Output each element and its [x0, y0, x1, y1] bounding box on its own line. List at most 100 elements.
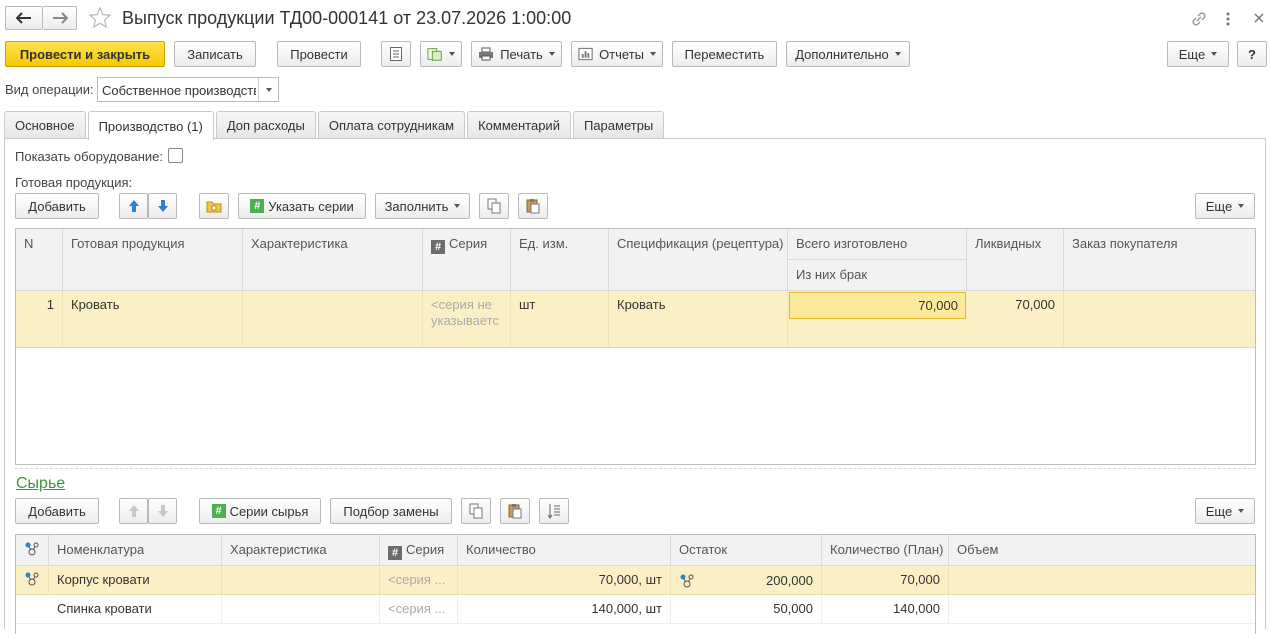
show-equipment-checkbox[interactable]	[168, 148, 183, 163]
row-characteristic[interactable]	[243, 291, 423, 348]
table-row[interactable]: Корпус кровати <серия ... 70,000, шт 200…	[16, 566, 1255, 595]
row-quantity[interactable]: 70,000, шт	[458, 566, 671, 595]
row-volume[interactable]	[949, 566, 1255, 595]
add-material-button[interactable]: Добавить	[15, 498, 99, 524]
print-button[interactable]: Печать	[471, 41, 562, 67]
row-volume[interactable]	[949, 595, 1255, 624]
material-paste-button[interactable]	[500, 498, 530, 524]
nav-forward-button[interactable]	[43, 6, 77, 30]
pick-button[interactable]	[199, 193, 229, 219]
col-spec[interactable]: Спецификация (рецептура)	[609, 229, 788, 291]
col-material-characteristic[interactable]: Характеристика	[222, 535, 380, 566]
col-remainder[interactable]: Остаток	[671, 535, 822, 566]
post-and-close-button[interactable]: Провести и закрыть	[5, 41, 165, 67]
row-material-series[interactable]: <серия ...	[380, 566, 458, 595]
row-spec[interactable]: Кровать	[609, 291, 788, 348]
move-up-button[interactable]	[119, 193, 148, 219]
material-series-button[interactable]: # Серии сырья	[199, 498, 321, 524]
menu-dots-icon[interactable]	[1222, 10, 1234, 28]
more-label: Еще	[1178, 46, 1206, 62]
col-plan-quantity[interactable]: Количество (План)	[822, 535, 949, 566]
row-series-line1: <серия не	[431, 297, 492, 312]
tab-parameters[interactable]: Параметры	[572, 111, 665, 139]
more-actions-label: Дополнительно	[795, 46, 889, 62]
row-total-input[interactable]: 70,000	[789, 292, 966, 319]
col-quantity[interactable]: Количество	[458, 535, 671, 566]
set-series-button[interactable]: # Указать серии	[238, 193, 366, 219]
post-button[interactable]: Провести	[277, 41, 361, 67]
col-characteristic[interactable]: Характеристика	[243, 229, 423, 291]
row-unit[interactable]: шт	[511, 291, 609, 348]
tab-main[interactable]: Основное	[4, 111, 86, 139]
link-icon[interactable]	[1190, 10, 1208, 28]
row-plan-quantity[interactable]: 140,000	[822, 595, 949, 624]
row-order[interactable]	[1064, 291, 1255, 348]
document-journal-button[interactable]	[381, 41, 411, 67]
col-unit[interactable]: Ед. изм.	[511, 229, 609, 291]
production-table: N Готовая продукция Характеристика # Сери…	[15, 228, 1256, 465]
row-liquid[interactable]: 70,000	[967, 291, 1064, 348]
row-product[interactable]: Кровать	[63, 291, 243, 348]
copy-row-button[interactable]	[479, 193, 509, 219]
row-nomenclature[interactable]: Спинка кровати	[49, 595, 222, 624]
more-button[interactable]: Еще	[1167, 41, 1229, 67]
material-sort-button[interactable]	[539, 498, 569, 524]
add-product-button[interactable]: Добавить	[15, 193, 99, 219]
select-dropdown-button[interactable]	[258, 78, 278, 101]
create-based-on-button[interactable]	[420, 41, 462, 67]
move-button[interactable]: Переместить	[672, 41, 777, 67]
printer-icon	[479, 47, 494, 61]
row-quantity[interactable]: 140,000, шт	[458, 595, 671, 624]
table-row[interactable]: 1 Кровать <серия не указываетс шт Кроват…	[16, 291, 1255, 348]
col-liquid[interactable]: Ликвидных	[967, 229, 1064, 291]
col-series[interactable]: # Серия	[423, 229, 511, 291]
replace-pick-button[interactable]: Подбор замены	[330, 498, 452, 524]
table-row[interactable]: Спинка кровати <серия ... 140,000, шт 50…	[16, 595, 1255, 624]
reports-button[interactable]: Отчеты	[571, 41, 663, 67]
fill-label: Заполнить	[384, 198, 449, 214]
row-series[interactable]: <серия не указываетс	[423, 291, 511, 348]
materials-title-link[interactable]: Сырье	[16, 475, 65, 493]
more-actions-button[interactable]: Дополнительно	[786, 41, 910, 67]
production-more-button[interactable]: Еще	[1195, 193, 1255, 219]
documents-green-icon	[427, 48, 442, 61]
move-down-button[interactable]	[148, 193, 177, 219]
reports-label: Отчеты	[599, 46, 644, 62]
row-material-characteristic[interactable]	[222, 566, 380, 595]
favorite-star-icon[interactable]	[88, 6, 112, 30]
col-defect[interactable]: Из них брак	[788, 260, 967, 291]
col-order[interactable]: Заказ покупателя	[1064, 229, 1255, 291]
nav-back-button[interactable]	[5, 6, 43, 30]
help-button[interactable]: ?	[1237, 41, 1267, 67]
close-icon[interactable]	[1252, 11, 1266, 25]
fill-button[interactable]: Заполнить	[375, 193, 470, 219]
paste-row-button[interactable]	[518, 193, 548, 219]
col-nomenclature[interactable]: Номенклатура	[49, 535, 222, 566]
tab-comment[interactable]: Комментарий	[467, 111, 571, 139]
arrow-up-icon	[128, 505, 139, 517]
tab-production[interactable]: Производство (1)	[87, 111, 214, 140]
row-material-series[interactable]: <серия ...	[380, 595, 458, 624]
section-divider	[15, 468, 1256, 469]
col-material-series[interactable]: # Серия	[380, 535, 458, 566]
operation-type-select[interactable]: Собственное производство	[97, 77, 279, 102]
col-total[interactable]: Всего изготовлено	[788, 229, 967, 260]
tab-extra-costs[interactable]: Доп расходы	[215, 111, 316, 139]
row-nomenclature[interactable]: Корпус кровати	[49, 566, 222, 595]
row-remainder-value[interactable]: 50,000	[671, 595, 822, 624]
material-copy-button[interactable]	[461, 498, 491, 524]
tab-employee-pay[interactable]: Оплата сотрудникам	[317, 111, 466, 139]
arrow-down-icon	[157, 200, 168, 212]
col-type-icon[interactable]	[16, 535, 49, 566]
save-label: Записать	[187, 46, 243, 62]
material-move-up-button[interactable]	[119, 498, 148, 524]
row-plan-quantity[interactable]: 70,000	[822, 566, 949, 595]
col-n[interactable]: N	[16, 229, 63, 291]
materials-more-button[interactable]: Еще	[1195, 498, 1255, 524]
col-product[interactable]: Готовая продукция	[63, 229, 243, 291]
col-volume[interactable]: Объем	[949, 535, 1255, 566]
row-material-characteristic[interactable]	[222, 595, 380, 624]
save-button[interactable]: Записать	[174, 41, 256, 67]
row-remainder[interactable]: 200,000	[671, 566, 822, 595]
material-move-down-button[interactable]	[148, 498, 177, 524]
